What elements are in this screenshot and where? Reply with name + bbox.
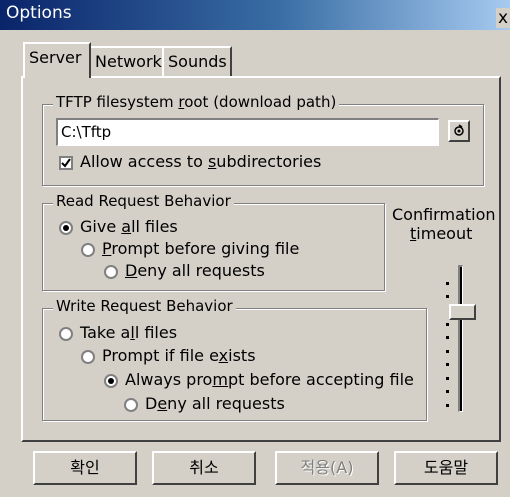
radio-dot-icon: [63, 225, 69, 231]
tab-network[interactable]: Network: [89, 46, 164, 76]
slider-tick: [446, 377, 449, 380]
write-deny-label[interactable]: Deny all requests: [145, 394, 285, 413]
tab-network-label: Network: [95, 52, 162, 71]
checkmark-icon: [61, 158, 71, 168]
allow-subdirectories-checkbox[interactable]: [59, 156, 73, 170]
close-button[interactable]: x: [496, 8, 510, 28]
read-deny-radio[interactable]: [104, 265, 118, 279]
tab-server[interactable]: Server: [23, 42, 91, 78]
slider-tick: [446, 390, 449, 393]
tab-sounds[interactable]: Sounds: [162, 46, 232, 76]
tftp-root-legend: TFTP filesystem root (download path): [53, 93, 340, 111]
browse-button[interactable]: [448, 120, 470, 142]
read-prompt-label[interactable]: Prompt before giving file: [102, 239, 299, 258]
tab-sounds-label: Sounds: [168, 52, 227, 71]
cancel-button[interactable]: 취소: [152, 451, 256, 485]
confirmation-timeout-label-line2: timeout: [410, 224, 473, 243]
timeout-slider-track[interactable]: [458, 265, 463, 412]
ok-button[interactable]: 확인: [33, 451, 137, 485]
window-title: Options: [6, 3, 72, 23]
read-prompt-radio[interactable]: [81, 243, 95, 257]
read-give-all-label[interactable]: Give all files: [80, 217, 178, 236]
confirmation-timeout-label-line1: Confirmation: [392, 205, 496, 224]
write-prompt-exists-label[interactable]: Prompt if file exists: [102, 346, 256, 365]
timeout-slider-thumb[interactable]: [449, 304, 476, 320]
slider-tick: [446, 404, 449, 407]
radio-dot-icon: [108, 378, 114, 384]
read-deny-label[interactable]: Deny all requests: [125, 261, 265, 280]
tab-server-label: Server: [29, 48, 82, 67]
slider-tick: [446, 350, 449, 353]
slider-tick: [446, 295, 449, 298]
write-always-prompt-radio[interactable]: [104, 374, 118, 388]
options-dialog: Options x Server Network Sounds TFTP fil…: [0, 0, 510, 497]
folder-browse-icon: [454, 124, 464, 136]
slider-tick: [446, 282, 449, 285]
write-behavior-legend: Write Request Behavior: [53, 297, 236, 315]
apply-button[interactable]: 적용(A): [275, 451, 379, 485]
write-deny-radio[interactable]: [124, 398, 138, 412]
slider-tick: [446, 336, 449, 339]
allow-subdirectories-label[interactable]: Allow access to subdirectories: [80, 152, 321, 171]
read-behavior-legend: Read Request Behavior: [53, 192, 234, 210]
write-prompt-exists-radio[interactable]: [81, 350, 95, 364]
write-take-all-label[interactable]: Take all files: [80, 323, 177, 342]
help-button[interactable]: 도움말: [394, 451, 498, 485]
write-take-all-radio[interactable]: [59, 327, 73, 341]
path-input[interactable]: C:\Tftp: [56, 118, 439, 146]
slider-tick: [446, 323, 449, 326]
title-bar[interactable]: Options x: [0, 0, 510, 30]
read-give-all-radio[interactable]: [59, 221, 73, 235]
slider-tick: [446, 363, 449, 366]
write-always-prompt-label[interactable]: Always prompt before accepting file: [125, 370, 414, 389]
